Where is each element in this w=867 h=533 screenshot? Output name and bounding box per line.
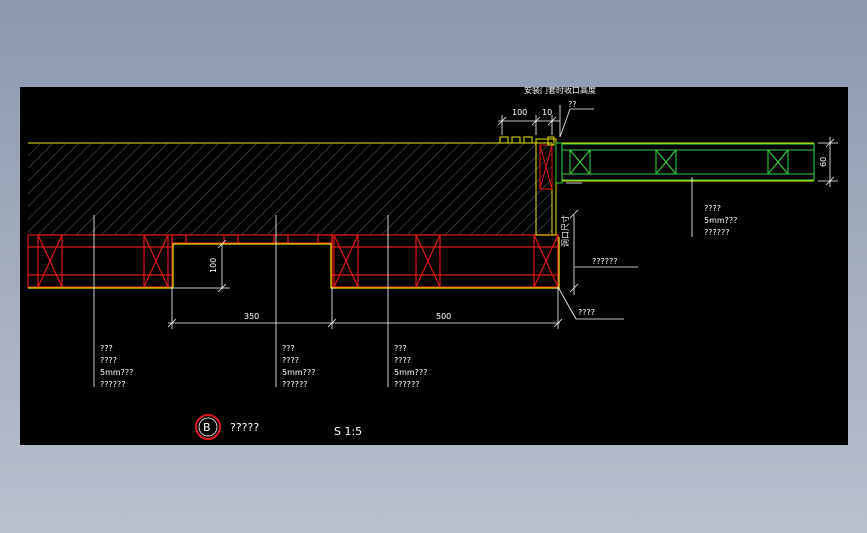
detail-letter: B [203,421,211,434]
callout-bottom-3-d: ?????? [394,380,419,389]
red-frame [27,234,559,288]
callout-top-q: ?? [568,100,577,109]
callout-right-panel-2: 5mm??? [704,216,737,225]
dim-500: 500 [436,312,451,321]
callout-bottom-3-b: ???? [394,356,411,365]
callout-right-low: ???? [578,308,595,317]
top-trim [499,136,533,144]
callout-right-panel-3: ?????? [704,228,729,237]
hatched-wall-slab [28,143,552,235]
dim-10-top: 10 [542,108,552,117]
dim-100-side: 100 [209,258,218,273]
top-note: 安装门套时收口高度 [524,87,596,95]
cad-canvas: 安装门套时收口高度 100 10 ?? 60 100 350 500 洞口尺寸 … [20,87,848,445]
callout-bottom-3-a: ??? [394,344,407,353]
callout-bottom-2-d: ?????? [282,380,307,389]
door-panel [561,143,815,181]
callout-bottom-1-b: ???? [100,356,117,365]
callout-right-mid: ?????? [592,257,617,266]
dim-350: 350 [244,312,259,321]
finish-line [28,237,560,289]
callout-bottom-2-a: ??? [282,344,295,353]
dim-100-top: 100 [512,108,527,117]
callout-bottom-1-d: ?????? [100,380,125,389]
detail-title: ????? [230,421,259,434]
detail-scale: S 1:5 [334,425,362,438]
callout-bottom-2-b: ???? [282,356,299,365]
callout-bottom-1-a: ??? [100,344,113,353]
dim-60: 60 [819,157,828,167]
dim-opening: 洞口尺寸 [560,215,570,247]
callout-bottom-2-c: 5mm??? [282,368,315,377]
section-drawing: 安装门套时收口高度 100 10 ?? 60 100 350 500 洞口尺寸 … [27,87,838,440]
callout-right-panel-1: ???? [704,204,721,213]
callout-bottom-3-c: 5mm??? [394,368,427,377]
callout-bottom-1-c: 5mm??? [100,368,133,377]
